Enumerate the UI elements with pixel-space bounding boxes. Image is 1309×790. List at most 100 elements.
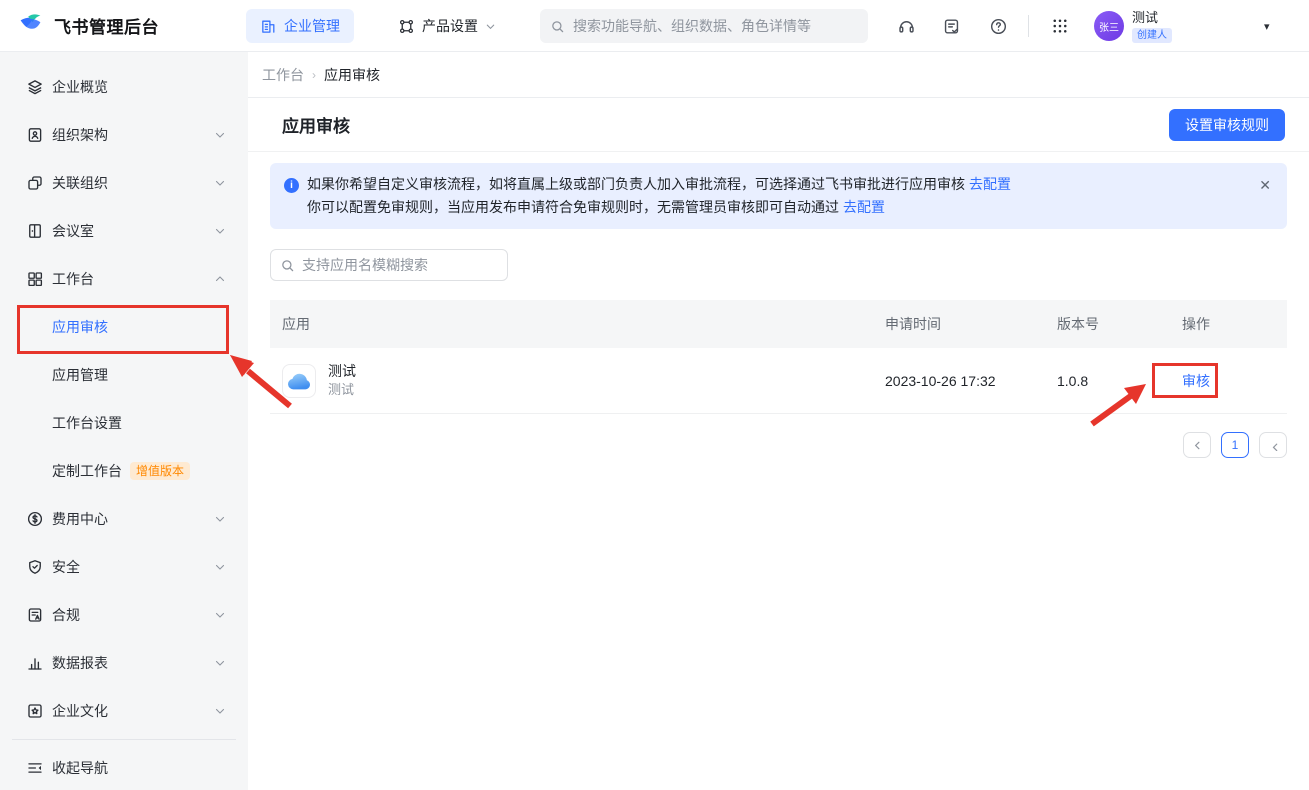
sidebar-item-data-reports[interactable]: 数据报表: [0, 639, 248, 687]
chevron-down-icon: [214, 225, 226, 237]
sidebar-subitem-custom-workbench[interactable]: 定制工作台 增值版本: [0, 447, 248, 495]
column-header-action: 操作: [1170, 314, 1287, 334]
chevron-left-icon: [1192, 440, 1203, 451]
sidebar-item-cost-center[interactable]: 费用中心: [0, 495, 248, 543]
collapse-nav-label: 收起导航: [52, 758, 226, 778]
nav-product-label: 产品设置: [422, 16, 478, 36]
sidebar-item-enterprise-overview[interactable]: 企业概览: [0, 63, 248, 111]
banner-line2: 你可以配置免审规则，当应用发布申请符合免审规则时，无需管理员审核即可自动通过: [307, 199, 839, 215]
chevron-up-icon: [214, 273, 226, 285]
sidebar-label: 合规: [52, 605, 214, 625]
help-button[interactable]: [984, 12, 1012, 40]
chevron-down-icon: [485, 21, 496, 32]
chevron-down-icon: [214, 705, 226, 717]
chevron-down-icon: [214, 609, 226, 621]
breadcrumb-parent[interactable]: 工作台: [262, 65, 304, 85]
global-search[interactable]: [540, 9, 868, 43]
breadcrumb: 工作台 › 应用审核: [248, 52, 1309, 98]
sidebar-label: 组织架构: [52, 125, 214, 145]
next-page-button[interactable]: [1259, 432, 1287, 458]
app-logo[interactable]: 飞书管理后台: [16, 10, 159, 40]
user-menu-caret-icon[interactable]: ▾: [1264, 20, 1270, 33]
configure-link-1[interactable]: 去配置: [969, 176, 1011, 192]
sidebar-sublabel: 工作台设置: [52, 413, 122, 433]
set-review-rules-button[interactable]: 设置审核规则: [1169, 109, 1285, 141]
dollar-circle-icon: [26, 510, 44, 528]
collapse-nav-button[interactable]: 收起导航: [0, 744, 248, 790]
nav-enterprise-management[interactable]: 企业管理: [246, 9, 354, 43]
sidebar-item-meeting-rooms[interactable]: 会议室: [0, 207, 248, 255]
app-review-table: 应用 申请时间 版本号 操作: [270, 300, 1287, 414]
breadcrumb-separator-icon: ›: [312, 68, 316, 82]
sidebar-sublabel: 定制工作台: [52, 461, 122, 481]
clipboard-check-icon: [942, 17, 961, 36]
sidebar-subitem-workbench-settings[interactable]: 工作台设置: [0, 399, 248, 447]
configure-link-2[interactable]: 去配置: [843, 199, 885, 215]
sidebar-item-org-structure[interactable]: 组织架构: [0, 111, 248, 159]
app-search-input[interactable]: [302, 257, 498, 273]
sidebar-sublabel: 应用管理: [52, 365, 108, 385]
app-title: 飞书管理后台: [54, 13, 159, 38]
sidebar-label: 费用中心: [52, 509, 214, 529]
top-header: 飞书管理后台 企业管理 产品设置: [0, 0, 1309, 52]
chevron-down-icon: [214, 129, 226, 141]
chevron-right-icon: [1268, 440, 1279, 451]
sidebar-item-workbench[interactable]: 工作台: [0, 255, 248, 303]
user-avatar[interactable]: 张三: [1094, 11, 1124, 41]
sidebar-item-associated-orgs[interactable]: 关联组织: [0, 159, 248, 207]
prev-page-button[interactable]: [1183, 432, 1211, 458]
user-info[interactable]: 测试 创建人: [1132, 7, 1172, 43]
sidebar-label: 数据报表: [52, 653, 214, 673]
tenant-name: 测试: [1132, 7, 1172, 26]
app-cell: 测试 测试: [270, 362, 873, 399]
sidebar-label: 企业文化: [52, 701, 214, 721]
chevron-down-icon: [214, 177, 226, 189]
sidebar-label: 会议室: [52, 221, 214, 241]
page-title-bar: 应用审核 设置审核规则: [248, 98, 1309, 152]
sidebar-sublabel: 应用审核: [52, 317, 108, 337]
org-book-icon: [26, 126, 44, 144]
sidebar-subitem-app-management[interactable]: 应用管理: [0, 351, 248, 399]
dot-grid-icon: [1051, 17, 1069, 35]
main-panel: 工作台 › 应用审核 应用审核 设置审核规则 i 如果你希望自定义审核流程，如将…: [248, 52, 1309, 790]
feishu-logo-icon: [16, 10, 46, 40]
question-circle-icon: [989, 17, 1008, 36]
sidebar-subitem-app-review[interactable]: 应用审核: [0, 303, 248, 351]
topology-icon: [398, 18, 415, 35]
info-icon: i: [284, 178, 299, 193]
banner-close-icon[interactable]: ✕: [1259, 178, 1271, 192]
search-icon: [550, 19, 565, 34]
chevron-down-icon: [214, 657, 226, 669]
column-header-apply-time: 申请时间: [873, 314, 1045, 334]
approval-notes-button[interactable]: [937, 12, 965, 40]
layers-icon: [26, 78, 44, 96]
customer-service-button[interactable]: [892, 12, 920, 40]
chevron-down-icon: [214, 561, 226, 573]
review-action-link[interactable]: 审核: [1182, 373, 1210, 389]
bar-chart-icon: [26, 654, 44, 672]
sidebar-label: 关联组织: [52, 173, 214, 193]
table-row: 测试 测试 2023-10-26 17:32 1.0.8 审核: [270, 348, 1287, 414]
sidebar-item-compliance[interactable]: 合规: [0, 591, 248, 639]
collapse-nav-icon: [26, 759, 44, 777]
document-audit-icon: [26, 606, 44, 624]
version-cell: 1.0.8: [1045, 373, 1170, 389]
sidebar-nav: 企业概览 组织架构 关联组织: [0, 52, 248, 790]
search-icon: [280, 258, 295, 273]
sidebar-item-security[interactable]: 安全: [0, 543, 248, 591]
meeting-room-icon: [26, 222, 44, 240]
apps-grid-button[interactable]: [1046, 12, 1074, 40]
sidebar-item-corporate-culture[interactable]: 企业文化: [0, 687, 248, 735]
banner-line1: 如果你希望自定义审核流程，如将直属上级或部门负责人加入审批流程，可选择通过飞书审…: [307, 176, 965, 192]
page-number-button[interactable]: 1: [1221, 432, 1249, 458]
app-cloud-icon: [282, 364, 316, 398]
nav-product-settings[interactable]: 产品设置: [384, 9, 510, 43]
feishu-admin-console: 飞书管理后台 企业管理 产品设置: [0, 0, 1309, 790]
column-header-app: 应用: [270, 314, 873, 334]
global-search-input[interactable]: [573, 18, 858, 34]
star-box-icon: [26, 702, 44, 720]
shield-check-icon: [26, 558, 44, 576]
app-search[interactable]: [270, 249, 508, 281]
linked-squares-icon: [26, 174, 44, 192]
nav-enterprise-label: 企业管理: [284, 16, 340, 36]
